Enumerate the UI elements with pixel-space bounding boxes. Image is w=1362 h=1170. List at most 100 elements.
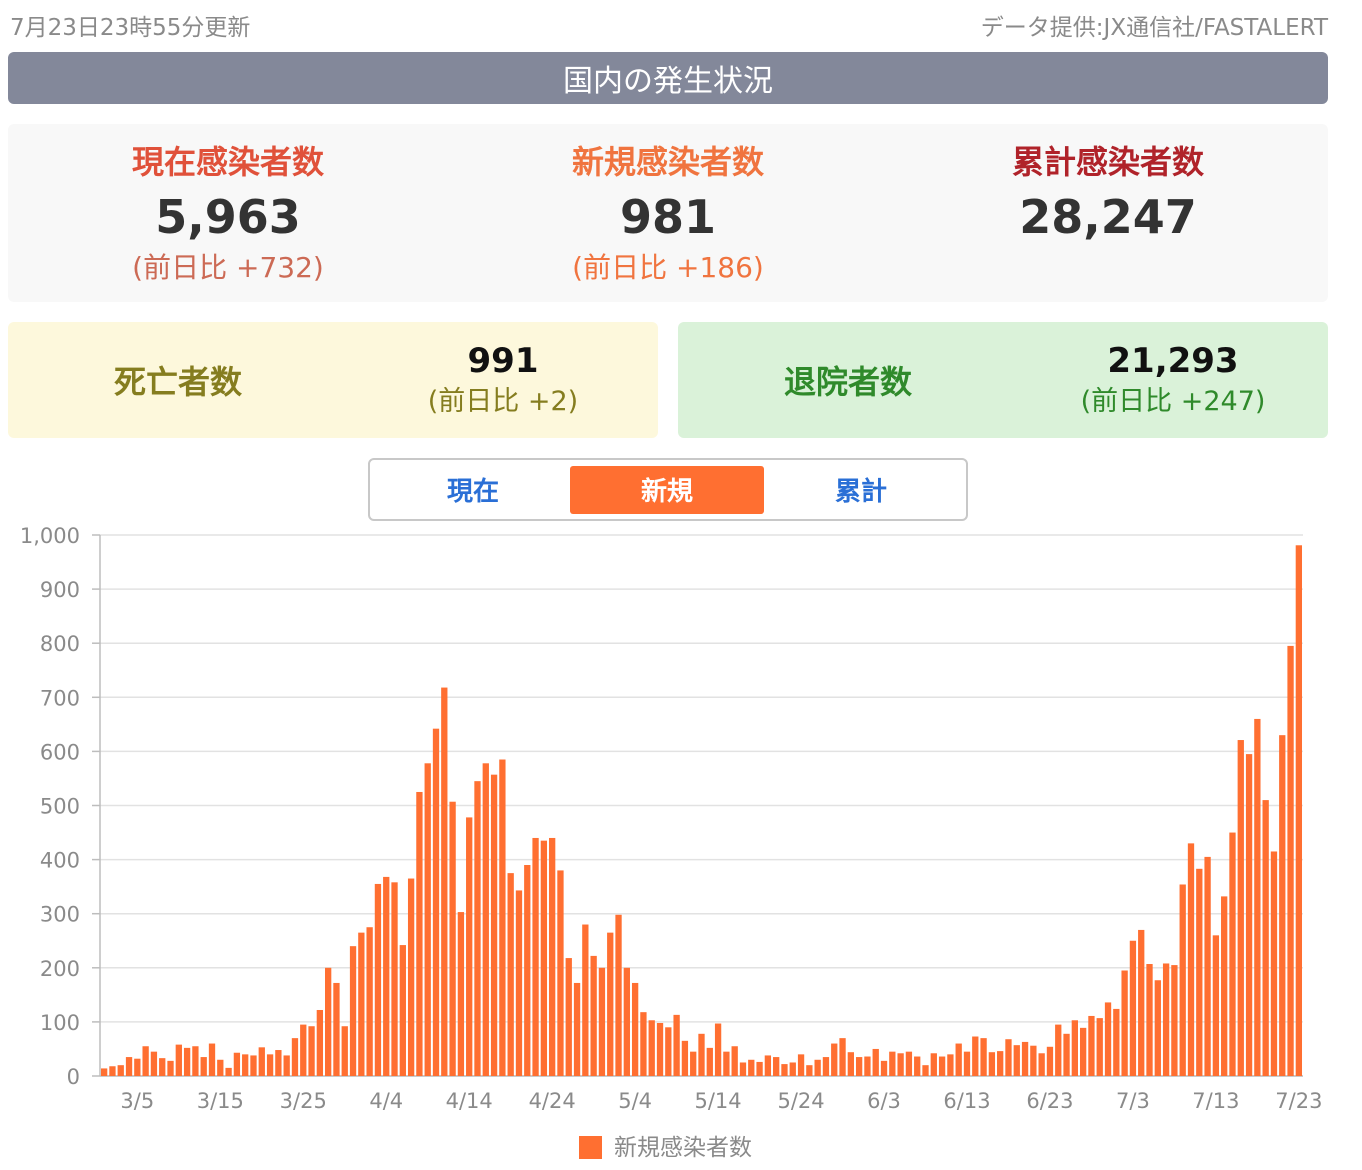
bar xyxy=(1295,545,1303,1076)
tab-current[interactable]: 現在 xyxy=(376,466,570,514)
bar xyxy=(723,1051,730,1076)
new-infections-bar-chart: 0 100 200 300 400 500 600 700 800 900 1,000 3/5 3/15… xyxy=(20,524,1323,1161)
bar xyxy=(250,1055,257,1076)
bar xyxy=(532,837,539,1076)
update-timestamp: 7月23日23時55分更新 xyxy=(10,15,251,41)
bar xyxy=(582,924,589,1076)
bar xyxy=(598,967,606,1076)
x-tick-label: 6/3 xyxy=(867,1089,901,1113)
bar xyxy=(474,781,481,1076)
bar xyxy=(1196,868,1203,1076)
bar xyxy=(358,932,365,1076)
bar xyxy=(1096,1018,1103,1076)
bar xyxy=(1229,832,1236,1076)
bar xyxy=(947,1054,954,1076)
bar xyxy=(183,1047,191,1076)
new-infections-label: 新規感染者数 xyxy=(571,143,764,181)
bar xyxy=(1146,964,1153,1076)
bar xyxy=(150,1051,158,1076)
y-tick-label: 300 xyxy=(40,903,80,927)
bar xyxy=(316,1009,324,1076)
bar xyxy=(963,1051,971,1076)
bar xyxy=(383,876,390,1076)
bar xyxy=(457,912,465,1076)
y-tick-label: 500 xyxy=(40,795,80,819)
bar xyxy=(1129,940,1137,1076)
bar xyxy=(524,865,531,1076)
bar xyxy=(739,1062,747,1076)
banner-title: 国内の発生状況 xyxy=(563,64,773,99)
bar xyxy=(623,967,630,1076)
bar xyxy=(1104,1002,1112,1076)
current-infections-diff: (前日比 +732) xyxy=(132,251,324,284)
bar xyxy=(499,759,506,1076)
tab-total[interactable]: 累計 xyxy=(764,466,958,514)
x-tick-label: 5/24 xyxy=(777,1089,824,1113)
bar xyxy=(308,1026,315,1076)
x-tick-label: 3/5 xyxy=(120,1089,154,1113)
bar xyxy=(507,873,514,1076)
bar xyxy=(831,1043,838,1076)
bar xyxy=(482,763,489,1076)
bar xyxy=(781,1064,788,1076)
bar xyxy=(200,1057,207,1076)
bar xyxy=(100,1068,108,1076)
bar xyxy=(399,945,406,1076)
bar xyxy=(549,837,556,1076)
bar xyxy=(515,890,523,1076)
bar xyxy=(847,1052,854,1076)
bar xyxy=(955,1043,962,1076)
bar xyxy=(938,1056,946,1076)
tab-new[interactable]: 新規 xyxy=(570,465,764,514)
bar xyxy=(275,1050,282,1076)
x-tick-label: 7/3 xyxy=(1116,1089,1150,1113)
bar xyxy=(997,1051,1004,1076)
current-infections-stat: 現在感染者数 5,963 (前日比 +732) xyxy=(8,124,448,302)
bar xyxy=(822,1057,830,1076)
bar xyxy=(565,958,572,1076)
x-tick-label: 4/14 xyxy=(446,1089,493,1113)
total-infections-stat: 累計感染者数 28,247 xyxy=(888,124,1328,302)
new-infections-value: 981 xyxy=(619,190,717,244)
bar xyxy=(1038,1053,1045,1076)
bar xyxy=(1046,1046,1054,1076)
bar xyxy=(117,1065,124,1076)
bar xyxy=(1162,963,1170,1076)
bar xyxy=(540,840,548,1076)
deaths-label: 死亡者数 xyxy=(113,363,242,401)
bar xyxy=(1013,1045,1020,1076)
bar xyxy=(291,1038,299,1076)
chart-mode-tabs: 現在 新規 累計 xyxy=(368,458,968,521)
bar xyxy=(615,914,622,1076)
bar xyxy=(864,1056,871,1076)
bar xyxy=(756,1061,763,1076)
bar xyxy=(1245,754,1253,1076)
y-tick-label: 1,000 xyxy=(20,524,80,548)
y-tick-label: 900 xyxy=(40,578,80,602)
bar xyxy=(773,1057,780,1076)
bar xyxy=(648,1020,655,1076)
bar xyxy=(1179,884,1186,1076)
deaths-diff: (前日比 +2) xyxy=(427,386,579,417)
x-tick-label: 3/15 xyxy=(197,1089,244,1113)
bar xyxy=(698,1033,705,1076)
data-source-credit: データ提供:JX通信社/FASTALERT xyxy=(980,15,1328,41)
bar xyxy=(416,791,423,1076)
bar xyxy=(972,1036,979,1076)
bar xyxy=(225,1067,232,1076)
bar xyxy=(1270,851,1278,1076)
legend-swatch xyxy=(579,1136,602,1159)
y-tick-label: 400 xyxy=(40,849,80,873)
x-tick-label: 3/25 xyxy=(280,1089,327,1113)
bar xyxy=(681,1040,689,1076)
bar xyxy=(872,1048,879,1076)
bar xyxy=(1279,735,1286,1076)
new-infections-diff: (前日比 +186) xyxy=(572,251,764,284)
bar xyxy=(557,870,564,1076)
y-tick-label: 800 xyxy=(40,632,80,656)
bar xyxy=(1005,1039,1012,1076)
bar xyxy=(656,1022,664,1076)
bar xyxy=(1088,1015,1095,1076)
y-tick-label: 600 xyxy=(40,740,80,764)
bar xyxy=(341,1026,348,1076)
